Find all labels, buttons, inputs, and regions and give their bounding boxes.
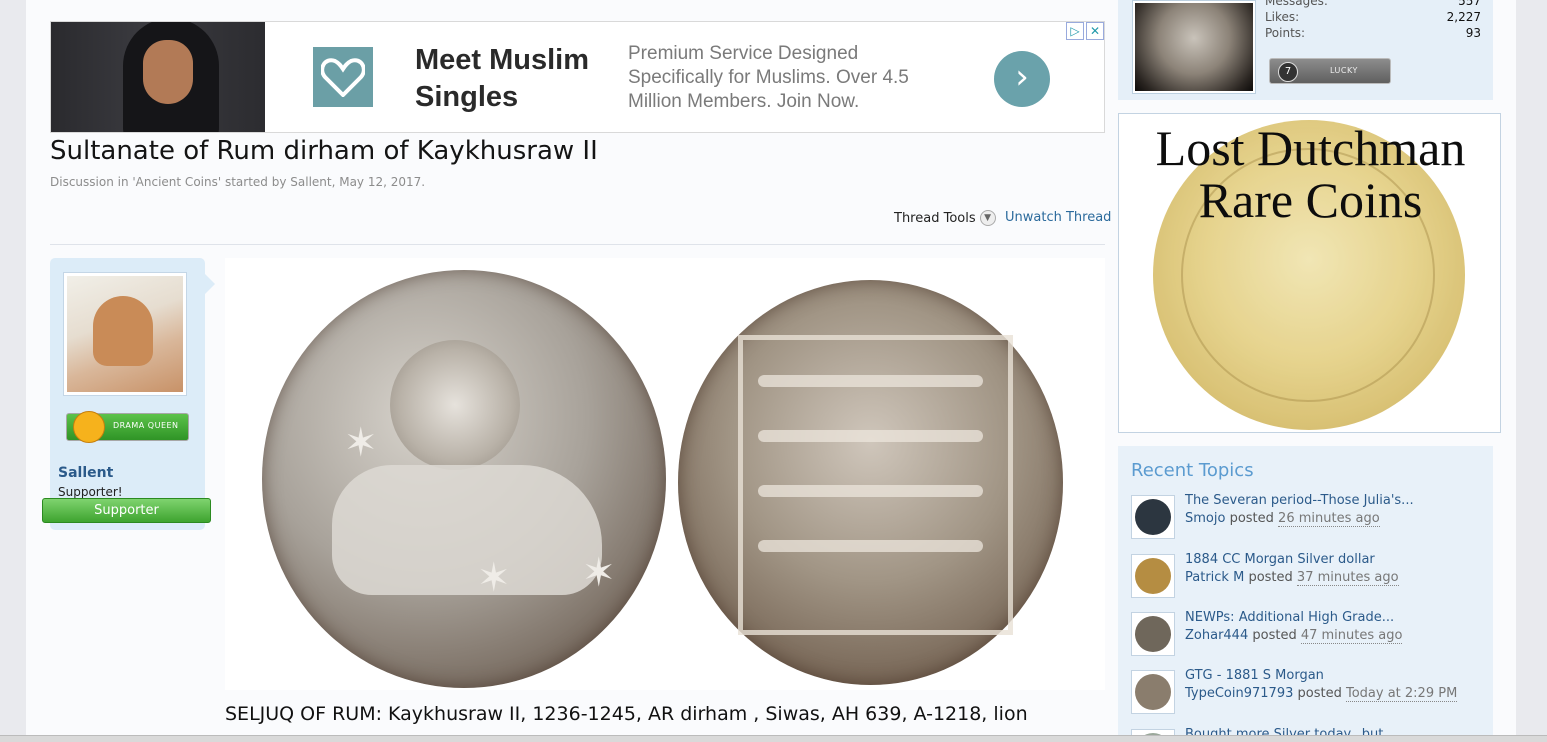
thread-tools-button[interactable]: Thread Tools ▼: [894, 210, 996, 226]
post-caption: SELJUQ OF RUM: Kaykhusraw II, 1236-1245,…: [225, 703, 1028, 725]
list-item[interactable]: The Severan period--Those Julia's... Smo…: [1131, 493, 1491, 541]
emoji-face-icon: [73, 411, 105, 443]
thread-tools-label: Thread Tools: [894, 210, 976, 226]
topic-title[interactable]: NEWPs: Additional High Grade...: [1185, 610, 1394, 625]
list-item[interactable]: NEWPs: Additional High Grade... Zohar444…: [1131, 610, 1491, 658]
recent-topics-heading: Recent Topics: [1131, 460, 1254, 481]
coin-obverse: ✶ ✶ ✶: [262, 270, 666, 688]
topic-user[interactable]: Smojo: [1185, 511, 1225, 526]
topic-user[interactable]: Patrick M: [1185, 570, 1244, 585]
topic-time: 37 minutes ago: [1296, 570, 1399, 586]
topic-thumbnail[interactable]: [1131, 612, 1175, 656]
close-icon[interactable]: ✕: [1086, 22, 1104, 40]
topic-user[interactable]: Zohar444: [1185, 628, 1248, 643]
author-card: DRAMA QUEEN Sallent Supporter! Supporter: [42, 258, 211, 530]
chevron-down-icon: ▼: [979, 210, 996, 226]
avatar[interactable]: [63, 272, 187, 396]
topic-user[interactable]: TypeCoin971793: [1185, 686, 1293, 701]
author-name[interactable]: Sallent: [58, 465, 113, 481]
ad-title[interactable]: Meet Muslim Singles: [415, 42, 615, 116]
topic-title[interactable]: The Severan period--Those Julia's...: [1185, 493, 1414, 508]
list-item[interactable]: 1884 CC Morgan Silver dollar Patrick M p…: [1131, 552, 1491, 600]
topic-thumbnail[interactable]: [1131, 495, 1175, 539]
thread-meta: Discussion in 'Ancient Coins' started by…: [50, 175, 426, 189]
lost-dutchman-ad[interactable]: Lost Dutchman Rare Coins: [1118, 113, 1501, 433]
topic-time: 47 minutes ago: [1300, 628, 1403, 644]
ad-next-arrow-icon[interactable]: ›: [994, 51, 1050, 107]
list-item[interactable]: GTG - 1881 S Morgan TypeCoin971793 poste…: [1131, 668, 1491, 716]
ad-banner[interactable]: Meet Muslim Singles Premium Service Desi…: [50, 21, 1105, 133]
author-title: Supporter!: [58, 485, 123, 499]
bubble-arrow: [205, 274, 215, 294]
member-stats: Messages: 557 Likes: 2,227 Points: 93 7 LUC…: [1118, 0, 1493, 100]
lost-dutchman-title: Lost Dutchman Rare Coins: [1155, 120, 1466, 228]
member-avatar[interactable]: [1132, 0, 1256, 94]
topic-thumbnail[interactable]: [1131, 670, 1175, 714]
drama-queen-badge: DRAMA QUEEN: [66, 411, 189, 443]
seven-icon: 7: [1278, 62, 1298, 82]
topic-time: 26 minutes ago: [1278, 511, 1380, 527]
thread-title: Sultanate of Rum dirham of Kaykhusraw II: [50, 136, 598, 166]
topic-time: Today at 2:29 PM: [1345, 686, 1458, 702]
coin-reverse: [678, 280, 1063, 685]
divider: [50, 244, 1105, 245]
heart-logo-icon: [313, 47, 373, 107]
topic-title[interactable]: GTG - 1881 S Morgan: [1185, 668, 1324, 683]
supporter-banner: Supporter: [42, 498, 211, 523]
ad-text[interactable]: Premium Service Designed Specifically fo…: [628, 42, 938, 114]
ad-photo: [51, 22, 265, 132]
topic-thumbnail[interactable]: [1131, 554, 1175, 598]
recent-topics: Recent Topics The Severan period--Those …: [1118, 446, 1493, 741]
stat-likes: Likes: 2,227: [1265, 10, 1481, 24]
lucky-badge: 7 LUCKY: [1269, 58, 1391, 84]
stat-messages: Messages: 557: [1265, 0, 1481, 8]
adchoices-icon[interactable]: ▷: [1066, 22, 1084, 40]
topic-title[interactable]: 1884 CC Morgan Silver dollar: [1185, 552, 1375, 567]
stat-points: Points: 93: [1265, 26, 1481, 40]
unwatch-thread-link[interactable]: Unwatch Thread: [1005, 210, 1111, 225]
coin-photo[interactable]: ✶ ✶ ✶: [225, 258, 1105, 690]
